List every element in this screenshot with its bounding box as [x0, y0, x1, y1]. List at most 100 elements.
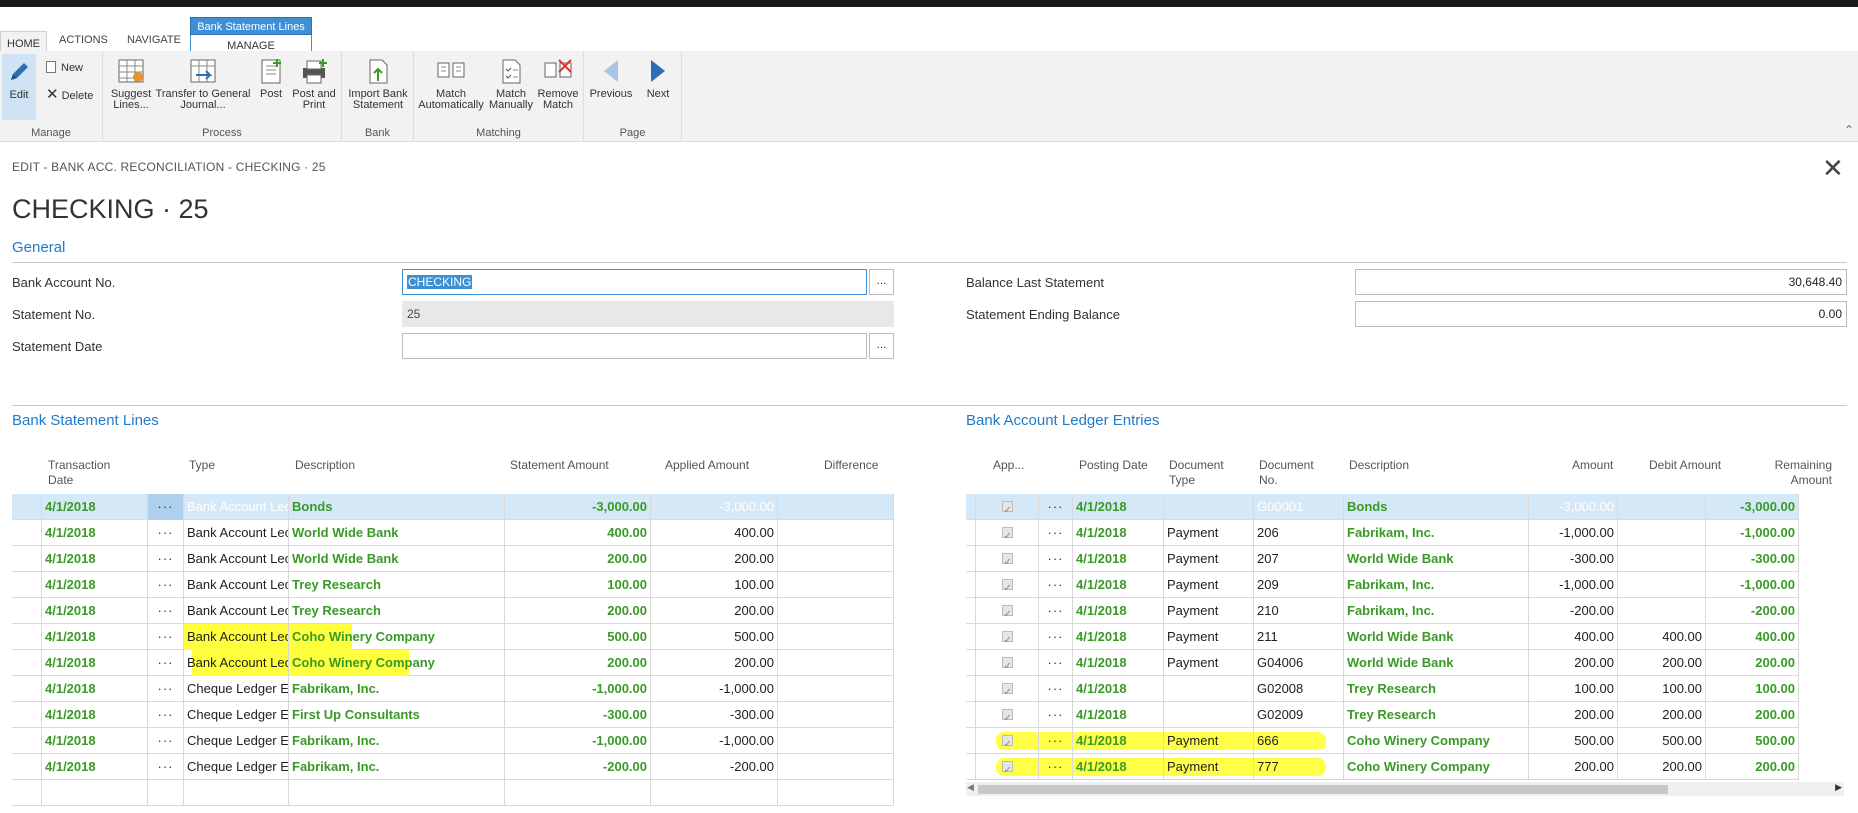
row-menu-button[interactable]: ···: [148, 494, 184, 520]
table-row[interactable]: 4/1/2018 ··· Bank Account Lec World Wide Ba…: [12, 520, 894, 546]
statement-date-lookup-button[interactable]: ...: [869, 333, 894, 359]
remove-match-button[interactable]: Remove Match: [536, 57, 580, 111]
row-menu-button[interactable]: ···: [1039, 650, 1073, 676]
table-row[interactable]: [12, 780, 894, 806]
row-menu-button[interactable]: ···: [1039, 546, 1073, 572]
table-row[interactable]: ···4/1/2018Payment666Coho Winery Company…: [966, 728, 1799, 754]
statement-date-field[interactable]: [402, 333, 867, 359]
table-row[interactable]: 4/1/2018 ··· Cheque Ledger E Fabrikam, Inc.…: [12, 754, 894, 780]
bank-account-lookup-button[interactable]: ...: [869, 269, 894, 295]
col-debit-amount[interactable]: Debit Amount: [1649, 458, 1721, 473]
applied-checkbox[interactable]: [1001, 576, 1013, 598]
col-document-type[interactable]: Document Type: [1169, 458, 1239, 488]
row-menu-button[interactable]: ···: [1039, 624, 1073, 650]
row-menu-button[interactable]: ···: [1039, 702, 1073, 728]
close-icon[interactable]: ✕: [1822, 155, 1844, 181]
row-menu-button[interactable]: ···: [148, 520, 184, 546]
new-button[interactable]: New: [46, 61, 83, 74]
balance-last-field[interactable]: 30,648.40: [1355, 269, 1847, 295]
applied-checkbox-cell[interactable]: [976, 676, 1039, 702]
table-row[interactable]: 4/1/2018 ··· Cheque Ledger E Fabrikam, Inc.…: [12, 676, 894, 702]
collapse-ribbon-icon[interactable]: ⌃: [1844, 123, 1854, 137]
row-menu-button[interactable]: ···: [148, 728, 184, 754]
col-amount[interactable]: Amount: [1572, 458, 1613, 473]
applied-checkbox[interactable]: [1001, 706, 1013, 728]
applied-checkbox-cell[interactable]: [976, 728, 1039, 754]
table-row[interactable]: 4/1/2018 ··· Bank Account Lec Bonds -3,000.0…: [12, 494, 894, 520]
table-row[interactable]: ···4/1/2018Payment206Fabrikam, Inc.-1,00…: [966, 520, 1799, 546]
match-auto-button[interactable]: Match Automatically: [418, 57, 484, 111]
applied-checkbox-cell[interactable]: [976, 520, 1039, 546]
row-menu-button[interactable]: ···: [148, 546, 184, 572]
row-menu-button[interactable]: ···: [148, 572, 184, 598]
row-menu-button[interactable]: ···: [1039, 728, 1073, 754]
col-transaction-date[interactable]: Transaction Date: [48, 458, 128, 488]
table-row[interactable]: 4/1/2018 ··· Bank Account Lec Trey Research…: [12, 598, 894, 624]
scroll-right-icon[interactable]: ▶: [1835, 782, 1842, 793]
row-menu-button[interactable]: ···: [148, 624, 184, 650]
col-difference[interactable]: Difference: [824, 458, 878, 473]
col-applied[interactable]: App...: [993, 458, 1024, 473]
applied-checkbox-cell[interactable]: [976, 650, 1039, 676]
horizontal-scrollbar[interactable]: ◀ ▶: [966, 782, 1844, 796]
applied-checkbox[interactable]: [1001, 654, 1013, 676]
tab-actions[interactable]: ACTIONS: [59, 34, 108, 46]
row-menu-button[interactable]: ···: [148, 650, 184, 676]
row-menu-button[interactable]: ···: [1039, 676, 1073, 702]
ledger-entries-title[interactable]: Bank Account Ledger Entries: [966, 412, 1159, 429]
section-general-title[interactable]: General: [12, 239, 65, 256]
col-type[interactable]: Type: [189, 458, 215, 473]
applied-checkbox[interactable]: [1001, 524, 1013, 546]
table-row[interactable]: ···4/1/2018Payment210Fabrikam, Inc.-200.…: [966, 598, 1799, 624]
row-menu-button[interactable]: ···: [148, 754, 184, 780]
delete-button[interactable]: ✕ Delete: [46, 85, 93, 103]
row-menu-button[interactable]: ···: [1039, 572, 1073, 598]
ending-balance-field[interactable]: 0.00: [1355, 301, 1847, 327]
scroll-left-icon[interactable]: ◀: [967, 782, 974, 793]
applied-checkbox[interactable]: [1001, 550, 1013, 572]
col-document-no[interactable]: Document No.: [1259, 458, 1329, 488]
tab-navigate[interactable]: NAVIGATE: [127, 34, 181, 46]
applied-checkbox-cell[interactable]: [976, 572, 1039, 598]
edit-button[interactable]: Edit: [2, 54, 36, 120]
row-menu-button[interactable]: ···: [148, 676, 184, 702]
transfer-journal-button[interactable]: Transfer to General Journal...: [155, 57, 251, 111]
suggest-lines-button[interactable]: Suggest Lines...: [109, 57, 153, 111]
applied-checkbox[interactable]: [1001, 498, 1013, 520]
table-row[interactable]: ···4/1/2018Payment777Coho Winery Company…: [966, 754, 1799, 780]
applied-checkbox-cell[interactable]: [976, 494, 1039, 520]
applied-checkbox-cell[interactable]: [976, 598, 1039, 624]
col-description[interactable]: Description: [295, 458, 355, 473]
applied-checkbox-cell[interactable]: [976, 702, 1039, 728]
table-row[interactable]: ···4/1/2018Payment209Fabrikam, Inc.-1,00…: [966, 572, 1799, 598]
col-remaining-amount[interactable]: Remaining Amount: [1770, 458, 1832, 488]
row-menu-button[interactable]: ···: [1039, 754, 1073, 780]
col-posting-date[interactable]: Posting Date: [1079, 458, 1148, 473]
statement-lines-title[interactable]: Bank Statement Lines: [12, 412, 159, 429]
table-row[interactable]: ···4/1/2018PaymentG04006World Wide Bank2…: [966, 650, 1799, 676]
applied-checkbox[interactable]: [1001, 628, 1013, 650]
table-row[interactable]: 4/1/2018 ··· Bank Account Lec Trey Research…: [12, 572, 894, 598]
scrollbar-thumb[interactable]: [978, 785, 1668, 794]
import-statement-button[interactable]: Import Bank Statement: [346, 57, 410, 111]
bank-account-no-field[interactable]: CHECKING: [402, 269, 867, 295]
col-ledger-description[interactable]: Description: [1349, 458, 1409, 473]
table-row[interactable]: ···4/1/2018Payment207World Wide Bank-300…: [966, 546, 1799, 572]
applied-checkbox[interactable]: [1001, 732, 1013, 754]
row-menu-button[interactable]: ···: [148, 598, 184, 624]
table-row[interactable]: 4/1/2018 ··· Bank Account Lec Coho Winery C…: [12, 624, 894, 650]
row-menu-button[interactable]: ···: [1039, 494, 1073, 520]
table-row[interactable]: ···4/1/2018G02008Trey Research100.00100.…: [966, 676, 1799, 702]
next-button[interactable]: Next: [638, 57, 678, 100]
applied-checkbox[interactable]: [1001, 758, 1013, 780]
applied-checkbox-cell[interactable]: [976, 546, 1039, 572]
col-statement-amount[interactable]: Statement Amount: [510, 458, 609, 473]
table-row[interactable]: 4/1/2018 ··· Bank Account Lec Coho Winery C…: [12, 650, 894, 676]
post-print-button[interactable]: Post and Print: [291, 57, 337, 111]
col-applied-amount[interactable]: Applied Amount: [665, 458, 749, 473]
row-menu-button[interactable]: ···: [1039, 520, 1073, 546]
table-row[interactable]: 4/1/2018 ··· Cheque Ledger E Fabrikam, Inc.…: [12, 728, 894, 754]
applied-checkbox-cell[interactable]: [976, 624, 1039, 650]
cell-menu[interactable]: [148, 780, 184, 806]
post-button[interactable]: Post: [253, 57, 289, 100]
